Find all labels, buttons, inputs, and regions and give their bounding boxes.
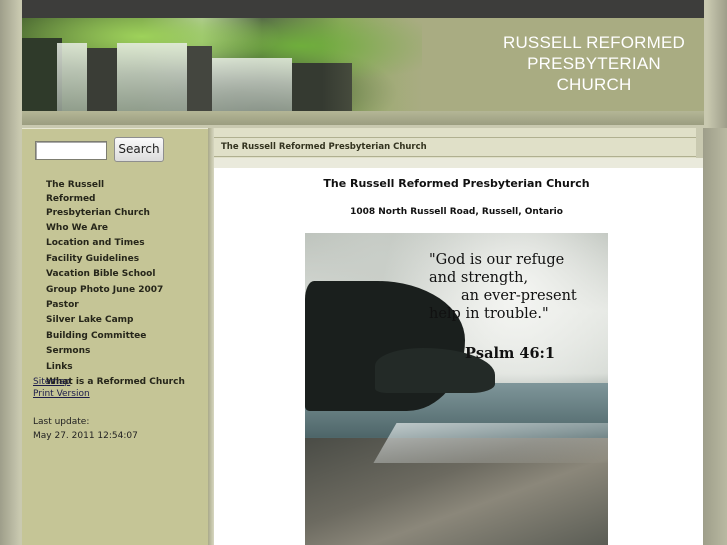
site-title: RUSSELL REFORMED PRESBYTERIAN CHURCH bbox=[494, 32, 694, 95]
header-banner: RUSSELL REFORMED PRESBYTERIAN CHURCH bbox=[22, 18, 704, 111]
sidebar-item-building-committee[interactable]: Building Committee bbox=[46, 329, 206, 344]
psalm-verse-image: "God is our refuge and strength, an ever… bbox=[305, 233, 608, 545]
verse-line-1: "God is our refuge bbox=[429, 252, 565, 268]
last-update-value: May 27. 2011 12:54:07 bbox=[33, 431, 138, 441]
sidebar-item-who-we-are[interactable]: Who We Are bbox=[46, 221, 206, 236]
sidebar-item-group-photo[interactable]: Group Photo June 2007 bbox=[46, 283, 206, 298]
site-title-line-3: CHURCH bbox=[556, 75, 632, 94]
content-top-band bbox=[214, 158, 703, 168]
sidebar-item-pastor[interactable]: Pastor bbox=[46, 298, 206, 313]
header-divider-bar bbox=[22, 111, 704, 125]
sidebar-item-vacation-bible-school[interactable]: Vacation Bible School bbox=[46, 267, 206, 282]
print-version-link[interactable]: Print Version bbox=[33, 389, 90, 399]
main-content: The Russell Reformed Presbyterian Church… bbox=[214, 168, 703, 545]
banner-fade bbox=[322, 18, 522, 111]
verse-line-3: an ever-present bbox=[461, 288, 577, 304]
search-button[interactable]: Search bbox=[114, 137, 164, 162]
site-title-line-2: PRESBYTERIAN bbox=[527, 54, 661, 73]
sidebar-item-silver-lake-camp[interactable]: Silver Lake Camp bbox=[46, 313, 206, 328]
site-title-line-1: RUSSELL REFORMED bbox=[502, 33, 686, 52]
page-title: The Russell Reformed Presbyterian Church bbox=[323, 177, 590, 190]
verse-reference: Psalm 46:1 bbox=[465, 345, 555, 362]
breadcrumb: The Russell Reformed Presbyterian Church bbox=[221, 142, 427, 152]
church-address: 1008 North Russell Road, Russell, Ontari… bbox=[350, 207, 563, 217]
last-update-label: Last update: bbox=[33, 417, 90, 427]
verse-text: "God is our refuge and strength, an ever… bbox=[429, 251, 608, 323]
right-edge bbox=[703, 128, 727, 545]
surf bbox=[373, 423, 608, 463]
breadcrumb-bar: The Russell Reformed Presbyterian Church bbox=[214, 128, 696, 158]
sidebar-nav: The Russell Reformed Presbyterian Church… bbox=[46, 178, 206, 390]
last-update: Last update: May 27. 2011 12:54:07 bbox=[33, 415, 138, 443]
sidebar-item-facility-guidelines[interactable]: Facility Guidelines bbox=[46, 252, 206, 267]
sidebar: Search The Russell Reformed Presbyterian… bbox=[22, 128, 212, 545]
verse-line-2: and strength, bbox=[429, 270, 529, 286]
sidebar-item-location-and-times[interactable]: Location and Times bbox=[46, 236, 206, 251]
top-strip bbox=[22, 0, 704, 18]
sidebar-item-home[interactable]: The Russell Reformed Presbyterian Church bbox=[46, 178, 156, 220]
sitemap-link[interactable]: Sitemap bbox=[33, 377, 70, 387]
verse-line-4: help in trouble." bbox=[429, 306, 549, 322]
sidebar-item-links[interactable]: Links bbox=[46, 360, 206, 375]
sidebar-item-sermons[interactable]: Sermons bbox=[46, 344, 206, 359]
search-input[interactable] bbox=[35, 141, 107, 160]
